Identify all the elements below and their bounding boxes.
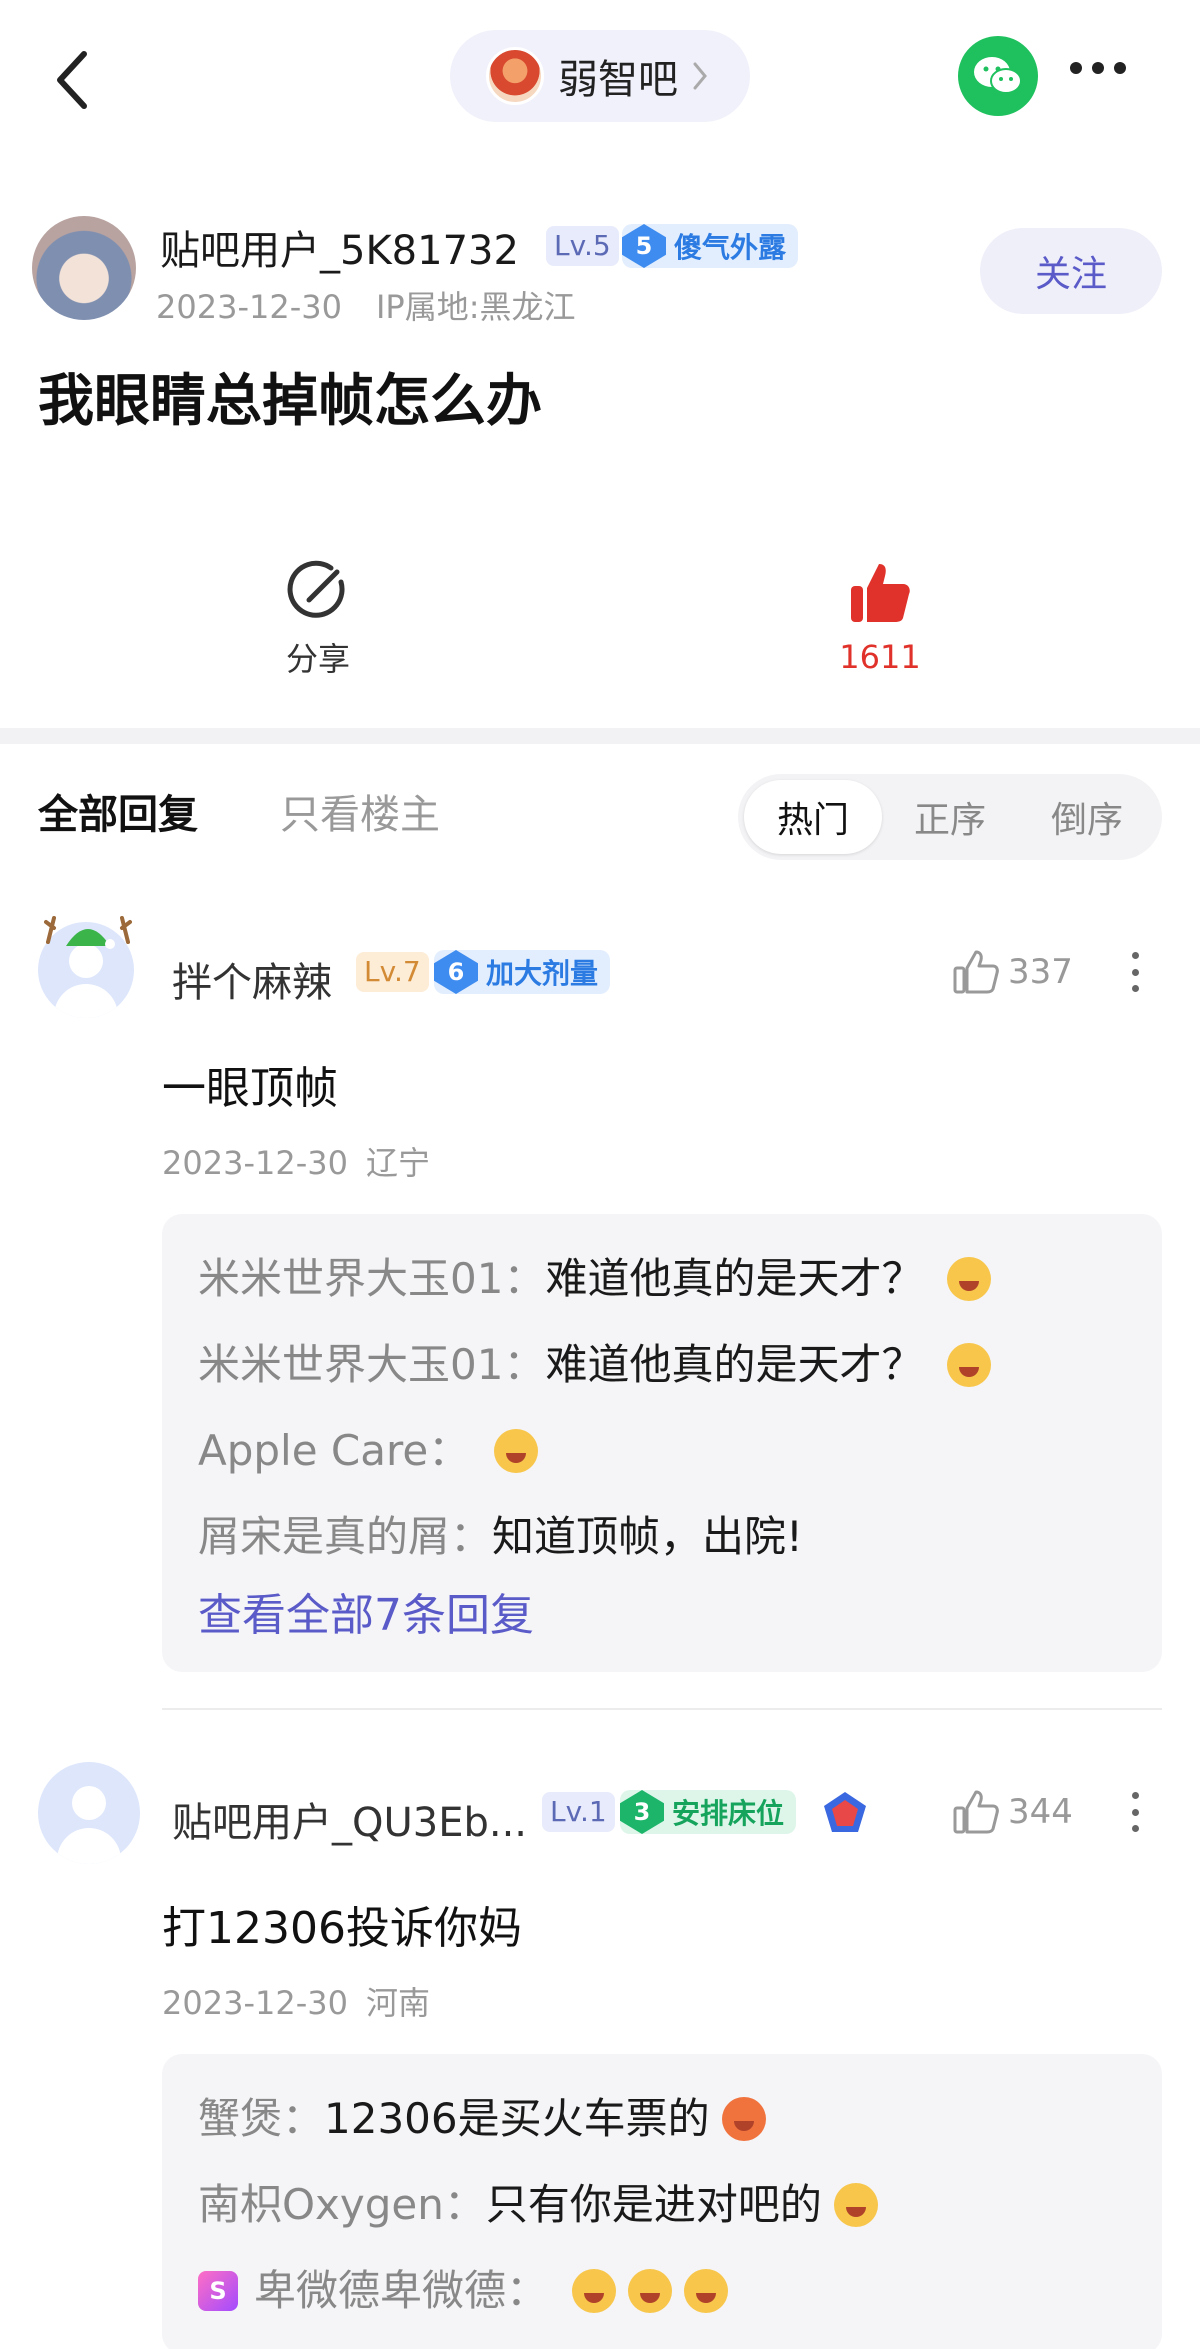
- antler-hat-icon: [44, 916, 132, 949]
- like-button[interactable]: 1611: [780, 560, 980, 676]
- back-chevron-icon[interactable]: [50, 40, 94, 120]
- comment-text: 一眼顶帧: [162, 1063, 338, 1114]
- emoji-icon: [947, 1343, 992, 1387]
- comment-avatar[interactable]: [38, 1762, 140, 1864]
- tab-host-only[interactable]: 只看楼主: [280, 782, 440, 840]
- emoji-icon: [628, 2269, 673, 2313]
- view-all-replies-link[interactable]: 查看全部7条回复: [198, 1580, 1126, 1652]
- comment-author[interactable]: 拌个麻辣: [172, 950, 332, 1008]
- share-label: 分享: [285, 640, 350, 678]
- title-badge: 6 加大剂量: [434, 950, 611, 994]
- thumb-up-icon: [953, 1790, 999, 1834]
- author-avatar[interactable]: [32, 216, 136, 320]
- like-count: 1611: [839, 638, 921, 676]
- comment-meta: 2023-12-30 河南: [162, 1984, 430, 2022]
- reply-item: 南枳Oxygen： 只有你是进对吧的: [198, 2162, 1126, 2248]
- comment-meta: 2023-12-30 辽宁: [162, 1144, 430, 1182]
- comment-like-count: 337: [1008, 952, 1073, 992]
- post-title: 我眼睛总掉帧怎么办: [38, 369, 542, 434]
- post-ip: IP属地:黑龙江: [375, 288, 576, 326]
- reply-item: 屑宋是真的屑： 知道顶帧，出院!: [198, 1512, 803, 1561]
- tab-all-replies[interactable]: 全部回复: [38, 782, 198, 840]
- share-icon: [287, 560, 345, 618]
- comment-author[interactable]: 贴吧用户_QU3Eb...: [172, 1790, 527, 1848]
- emoji-icon: [947, 1257, 992, 1301]
- top-bar: 弱智吧: [0, 0, 1200, 160]
- chevron-right-icon: [693, 62, 707, 90]
- title-badge: 5 傻气外露: [622, 224, 799, 268]
- comment-like-button[interactable]: 337: [952, 948, 1073, 996]
- vip-icon: S: [198, 2271, 238, 2311]
- reply-item: Apple Care：: [198, 1408, 1126, 1494]
- section-divider: [0, 728, 1200, 744]
- reply-item: 米米世界大玉01： 难道他真的是天才？: [198, 1322, 1126, 1408]
- author-name[interactable]: 贴吧用户_5K81732: [160, 218, 519, 276]
- post-meta: 2023-12-30 IP属地:黑龙江: [156, 282, 610, 328]
- sort-toggle: 热门 正序 倒序: [738, 774, 1162, 860]
- comment-like-button[interactable]: 344: [952, 1788, 1073, 1836]
- sort-desc[interactable]: 倒序: [1018, 780, 1156, 854]
- wechat-icon[interactable]: [958, 36, 1038, 116]
- thumb-up-filled-icon: [851, 564, 910, 622]
- comment-separator: [162, 1708, 1162, 1710]
- sort-hot[interactable]: 热门: [744, 780, 882, 854]
- emoji-icon: [494, 1429, 539, 1473]
- forum-pill[interactable]: 弱智吧: [450, 30, 750, 122]
- emoji-icon: [721, 2097, 766, 2141]
- comment-text: 打12306投诉你妈: [162, 1903, 522, 1954]
- rank-badge-icon: [824, 1792, 866, 1832]
- follow-button[interactable]: 关注: [980, 228, 1162, 314]
- reply-item: 蟹煲： 12306是买火车票的: [198, 2076, 1126, 2162]
- reply-preview[interactable]: 蟹煲： 12306是买火车票的 南枳Oxygen： 只有你是进对吧的 S 卑微德卑微德…: [162, 2054, 1162, 2349]
- forum-avatar: [486, 47, 544, 105]
- reply-item: 米米世界大玉01： 难道他真的是天才？: [198, 1236, 1126, 1322]
- share-button[interactable]: 分享: [218, 560, 418, 680]
- sort-asc[interactable]: 正序: [881, 780, 1019, 854]
- reply-preview[interactable]: 米米世界大玉01： 难道他真的是天才？ 米米世界大玉01： 难道他真的是天才？ Ap…: [162, 1214, 1162, 1672]
- emoji-icon: [833, 2183, 878, 2227]
- reply-item: S 卑微德卑微德：: [198, 2248, 1126, 2334]
- more-icon[interactable]: [1070, 62, 1126, 74]
- thumb-up-icon: [953, 950, 999, 994]
- emoji-icon: [572, 2269, 617, 2313]
- level-badge: Lv.7: [356, 952, 429, 992]
- forum-name: 弱智吧: [558, 57, 678, 103]
- title-badge: 3 安排床位: [620, 1790, 797, 1834]
- more-vertical-icon[interactable]: [1130, 1792, 1140, 1832]
- level-badge: Lv.1: [542, 1792, 615, 1832]
- more-vertical-icon[interactable]: [1130, 952, 1140, 992]
- level-badge: Lv.5: [546, 226, 619, 266]
- post-date: 2023-12-30: [156, 288, 342, 326]
- comment-like-count: 344: [1008, 1792, 1073, 1832]
- emoji-icon: [684, 2269, 729, 2313]
